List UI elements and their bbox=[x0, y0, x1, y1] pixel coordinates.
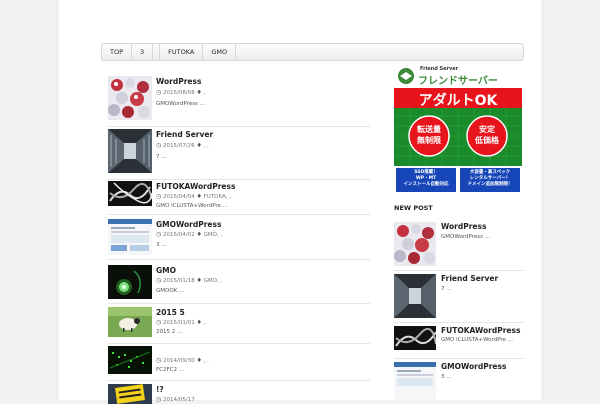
post-tags[interactable]: , , bbox=[204, 143, 209, 149]
tag-icon: ♦ bbox=[196, 277, 202, 284]
post-excerpt: GMOOK ... bbox=[156, 288, 185, 294]
sidebar-post-excerpt: GMO iCLUSTA+WordPre ... bbox=[441, 337, 513, 343]
post-date: 2014/09/30 bbox=[163, 358, 195, 364]
post-tags[interactable]: , bbox=[204, 90, 206, 96]
top-nav: TOP 3 FUTOKA GMO bbox=[101, 43, 524, 61]
post-date: 2015/01/18 bbox=[163, 278, 195, 284]
tag-icon: ♦ bbox=[196, 319, 202, 326]
nav-item-top[interactable]: TOP bbox=[102, 44, 133, 60]
nav-item-gmo[interactable]: GMO bbox=[203, 44, 237, 60]
sidebar-post-excerpt: 7 ... bbox=[441, 286, 452, 292]
divider bbox=[108, 303, 370, 304]
post-meta: ◷ 2015/07/26 ♦ , , bbox=[156, 142, 209, 149]
post-title[interactable]: !? bbox=[156, 385, 164, 394]
post-excerpt: GMOWordPress ... bbox=[156, 101, 205, 107]
post-tags[interactable]: FUTOKA, , bbox=[204, 194, 231, 200]
server-room-icon[interactable] bbox=[394, 274, 436, 318]
tag-icon: ♦ bbox=[196, 357, 202, 364]
cables-icon[interactable] bbox=[108, 181, 152, 206]
clock-icon: ◷ bbox=[156, 89, 162, 96]
post-title[interactable]: GMOWordPress bbox=[156, 220, 221, 229]
nav-item-3[interactable]: 3 bbox=[132, 44, 154, 60]
post-date: 2015/08/08 bbox=[163, 90, 195, 96]
nav-item-futoka[interactable]: FUTOKA bbox=[160, 44, 204, 60]
post-meta: ◷ 2015/01/18 ♦ GMO, , bbox=[156, 277, 222, 284]
divider bbox=[394, 358, 524, 359]
clock-icon: ◷ bbox=[156, 142, 162, 149]
sign-icon[interactable] bbox=[108, 384, 152, 404]
divider bbox=[108, 259, 370, 260]
sidebar-post-excerpt: GMOWordPress ... bbox=[441, 234, 490, 240]
nav-divider bbox=[153, 44, 161, 60]
post-title[interactable]: Friend Server bbox=[156, 130, 213, 139]
post-meta: ◷ 2015/01/01 ♦ , bbox=[156, 319, 205, 326]
post-date: 2015/04/02 bbox=[163, 232, 195, 238]
post-excerpt: 7 ... bbox=[156, 154, 167, 160]
tag-icon: ♦ bbox=[196, 142, 202, 149]
post-date: 2015/07/26 bbox=[163, 143, 195, 149]
server-room-icon[interactable] bbox=[108, 129, 152, 173]
post-tags[interactable]: GMO, , bbox=[204, 278, 223, 284]
divider bbox=[108, 126, 370, 127]
post-title[interactable]: GMO bbox=[156, 266, 176, 275]
balls-icon[interactable] bbox=[394, 222, 436, 266]
sheep-icon[interactable] bbox=[108, 307, 152, 337]
ad-brand: フレンドサーバー bbox=[418, 76, 498, 87]
divider bbox=[108, 179, 370, 180]
divider bbox=[394, 270, 524, 271]
post-excerpt: FC2FC2 ... bbox=[156, 367, 184, 373]
ad-box-2: 大容量・高スペック レンタルサーバー！ ドメイン追加無制限！ bbox=[467, 170, 513, 187]
screenshot-icon[interactable] bbox=[108, 219, 152, 255]
post-tags[interactable]: GMO, , bbox=[204, 232, 223, 238]
sidebar-post-title[interactable]: FUTOKAWordPress bbox=[441, 326, 520, 335]
post-meta: ◷ 2014/09/30 ♦ , , bbox=[156, 357, 209, 364]
clock-icon: ◷ bbox=[156, 231, 162, 238]
sidebar-post-title[interactable]: WordPress bbox=[441, 222, 486, 231]
divider bbox=[394, 322, 524, 323]
green-light-icon[interactable] bbox=[108, 265, 152, 299]
post-title[interactable]: FUTOKAWordPress bbox=[156, 182, 235, 191]
sidebar-post-title[interactable]: Friend Server bbox=[441, 274, 498, 283]
divider bbox=[108, 214, 370, 215]
divider bbox=[108, 380, 370, 381]
post-date: 2014/05/17 bbox=[163, 397, 195, 403]
post-meta: ◷ 2015/04/02 ♦ GMO, , bbox=[156, 231, 222, 238]
post-meta: ◷ 2015/08/08 ♦ , bbox=[156, 89, 205, 96]
divider bbox=[108, 343, 370, 344]
post-tags[interactable]: , bbox=[204, 320, 206, 326]
post-meta: ◷ 2015/04/04 ♦ FUTOKA, , bbox=[156, 193, 231, 200]
post-excerpt: 2015 2 ... bbox=[156, 329, 183, 335]
post-title[interactable]: WordPress bbox=[156, 77, 201, 86]
screenshot-icon[interactable] bbox=[394, 362, 436, 400]
post-title[interactable]: 2015 5 bbox=[156, 308, 185, 317]
tag-icon: ♦ bbox=[196, 231, 202, 238]
sidebar-post-excerpt: 3 ... bbox=[441, 374, 452, 380]
clock-icon: ◷ bbox=[156, 277, 162, 284]
ad-circle-1: 転送量 無制限 bbox=[417, 125, 441, 145]
sidebar-post-title[interactable]: GMOWordPress bbox=[441, 362, 506, 371]
post-excerpt: GMO iCLUSTA+WordPre ... bbox=[156, 203, 228, 209]
post-date: 2015/01/01 bbox=[163, 320, 195, 326]
cables-icon[interactable] bbox=[394, 326, 436, 350]
tag-icon: ♦ bbox=[196, 89, 202, 96]
post-tags[interactable]: , , bbox=[204, 358, 209, 364]
tag-icon: ♦ bbox=[196, 193, 202, 200]
ad-box-1: SSD搭載！ WP・MT インストール自動対応 bbox=[403, 170, 449, 187]
post-excerpt: 3 ... bbox=[156, 242, 167, 248]
clock-icon: ◷ bbox=[156, 319, 162, 326]
friend-server-ad[interactable]: Friend Server フレンドサーバー アダルトOK 転送量 無制限 安定… bbox=[394, 64, 522, 194]
clock-icon: ◷ bbox=[156, 357, 162, 364]
post-date: 2015/04/04 bbox=[163, 194, 195, 200]
ad-circle-2: 安定 低価格 bbox=[475, 125, 499, 145]
ad-headline: アダルトOK bbox=[418, 93, 498, 109]
balls-icon[interactable] bbox=[108, 76, 152, 120]
new-post-heading: NEW POST bbox=[394, 204, 433, 212]
clock-icon: ◷ bbox=[156, 193, 162, 200]
network-icon[interactable] bbox=[108, 346, 152, 374]
